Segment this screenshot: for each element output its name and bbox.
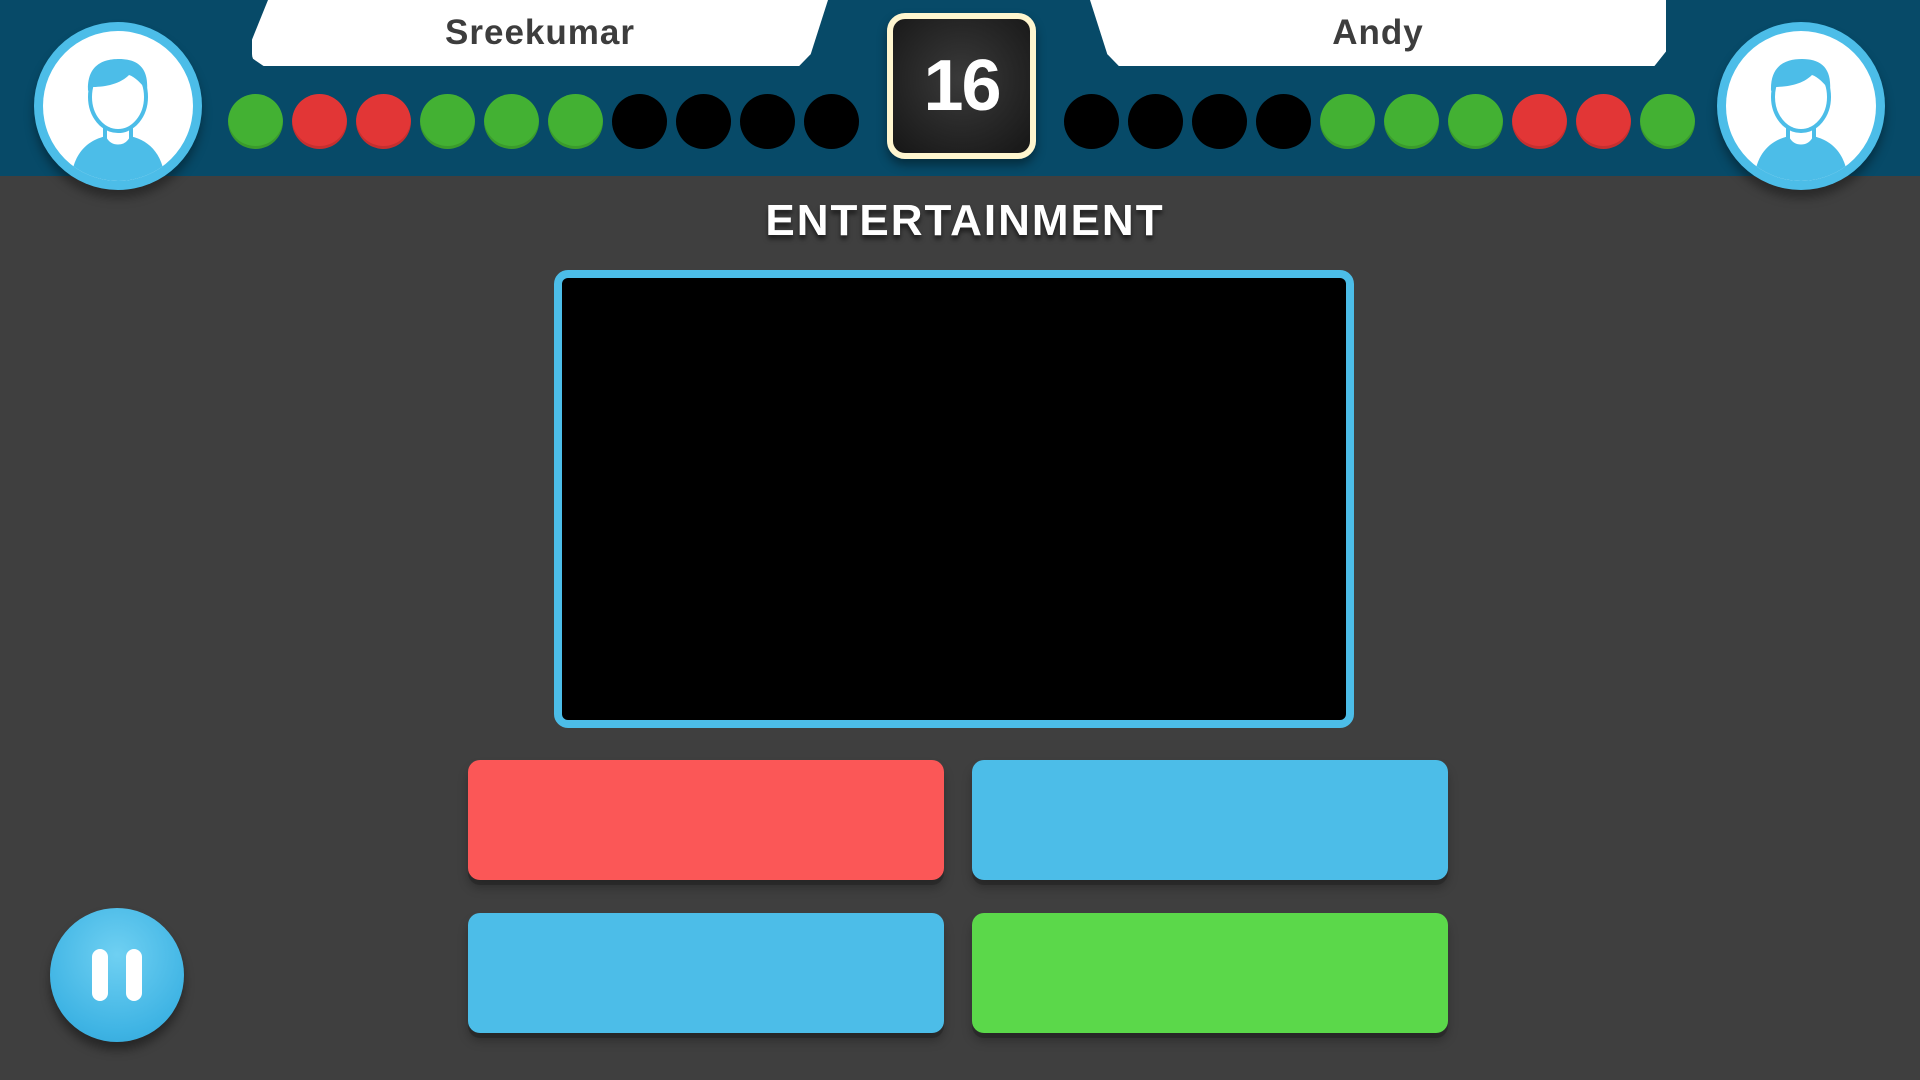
player-left-score-dots xyxy=(228,94,859,149)
score-dot-wrong xyxy=(1512,94,1567,149)
score-dot-pending xyxy=(1064,94,1119,149)
score-dot-wrong xyxy=(292,94,347,149)
answer-button-d[interactable] xyxy=(972,913,1448,1033)
score-dot-pending xyxy=(676,94,731,149)
pause-icon xyxy=(126,949,142,1001)
score-dot-correct xyxy=(1384,94,1439,149)
score-dot-correct xyxy=(1640,94,1695,149)
pause-button[interactable] xyxy=(50,908,184,1042)
player-right-name: Andy xyxy=(1090,0,1666,66)
score-dot-pending xyxy=(612,94,667,149)
pause-icon xyxy=(92,949,108,1001)
top-bar: Sreekumar Andy 16 xyxy=(0,0,1920,190)
question-screen xyxy=(562,278,1346,720)
category-title: ENTERTAINMENT xyxy=(765,196,1165,245)
score-dot-pending xyxy=(1192,94,1247,149)
countdown-timer: 16 xyxy=(887,13,1036,159)
score-dot-correct xyxy=(228,94,283,149)
player-left-name: Sreekumar xyxy=(252,0,828,66)
score-dot-correct xyxy=(1320,94,1375,149)
score-dot-correct xyxy=(548,94,603,149)
player-right-score-dots xyxy=(1064,94,1695,149)
score-dot-pending xyxy=(1256,94,1311,149)
answer-button-c[interactable] xyxy=(468,913,944,1033)
player-left-avatar xyxy=(34,22,202,190)
score-dot-correct xyxy=(420,94,475,149)
score-dot-pending xyxy=(1128,94,1183,149)
answer-button-a[interactable] xyxy=(468,760,944,880)
user-avatar-icon xyxy=(43,31,193,181)
score-dot-wrong xyxy=(1576,94,1631,149)
score-dot-pending xyxy=(804,94,859,149)
player-right-avatar xyxy=(1717,22,1885,190)
question-display xyxy=(554,270,1354,728)
answer-button-b[interactable] xyxy=(972,760,1448,880)
score-dot-pending xyxy=(740,94,795,149)
score-dot-wrong xyxy=(356,94,411,149)
score-dot-correct xyxy=(484,94,539,149)
user-avatar-icon xyxy=(1726,31,1876,181)
score-dot-correct xyxy=(1448,94,1503,149)
